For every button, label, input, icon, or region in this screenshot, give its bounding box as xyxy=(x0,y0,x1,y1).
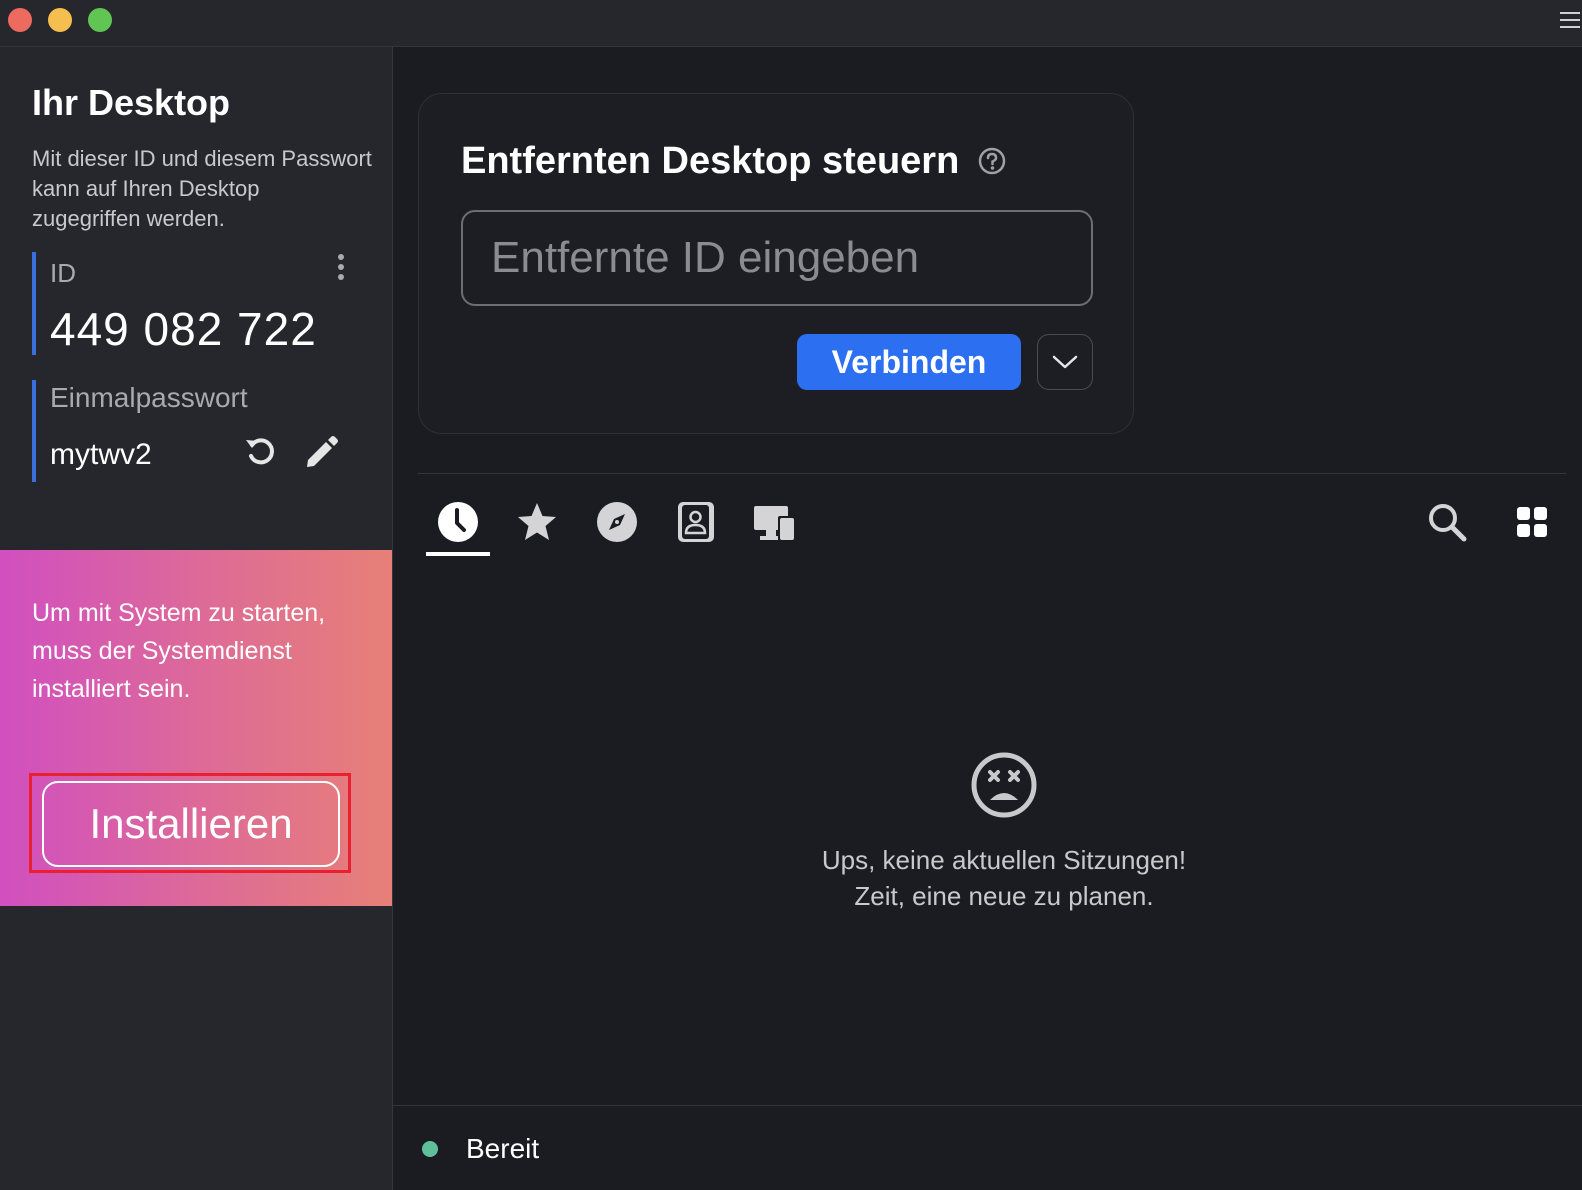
chevron-down-icon xyxy=(1052,355,1078,369)
status-indicator xyxy=(422,1141,438,1157)
pencil-icon[interactable] xyxy=(302,432,340,470)
password-label: Einmalpasswort xyxy=(50,382,248,413)
maximize-window-button[interactable] xyxy=(88,8,112,32)
install-service-message: Um mit System zu starten, muss der Syste… xyxy=(32,599,326,703)
minimize-window-button[interactable] xyxy=(48,8,72,32)
clock-icon xyxy=(438,502,478,542)
password-block: Einmalpasswort mytwv2 xyxy=(32,380,356,482)
title-bar xyxy=(0,0,1582,47)
status-text: Bereit xyxy=(466,1133,540,1164)
tab-favorites[interactable] xyxy=(513,498,561,546)
sidebar-title: Ihr Desktop xyxy=(32,82,231,123)
grid-view-button[interactable] xyxy=(1508,498,1556,546)
search-icon xyxy=(1429,504,1467,542)
remote-control-title: Entfernten Desktop steuern xyxy=(461,140,960,182)
connect-options-button[interactable] xyxy=(1037,334,1093,390)
sad-face-icon xyxy=(971,752,1037,818)
tab-address-book[interactable] xyxy=(672,498,720,546)
star-icon xyxy=(518,503,556,540)
id-block: ID 449 082 722 xyxy=(32,252,356,355)
help-icon[interactable] xyxy=(977,146,1007,176)
tab-discovered[interactable] xyxy=(593,498,641,546)
status-divider xyxy=(393,1105,1582,1106)
more-options-icon[interactable] xyxy=(336,252,346,286)
id-label: ID xyxy=(50,258,76,288)
close-window-button[interactable] xyxy=(8,8,32,32)
remote-control-card: Entfernten Desktop steuern Verbinden xyxy=(418,93,1134,434)
install-button[interactable]: Installieren xyxy=(42,781,340,867)
connect-button[interactable]: Verbinden xyxy=(797,334,1021,390)
id-value: 449 082 722 xyxy=(50,303,317,355)
compass-icon xyxy=(597,502,637,542)
tab-recent-sessions[interactable] xyxy=(434,498,482,546)
tab-accessible-devices[interactable] xyxy=(751,498,799,546)
address-book-icon xyxy=(678,502,714,542)
devices-icon xyxy=(754,506,796,542)
active-tab-indicator xyxy=(426,552,490,556)
empty-state-message: Ups, keine aktuellen Sitzungen! Zeit, ei… xyxy=(700,842,1308,914)
section-divider xyxy=(418,473,1566,474)
empty-state-line-2: Zeit, eine neue zu planen. xyxy=(854,881,1154,911)
remote-id-input[interactable] xyxy=(461,210,1093,306)
empty-state-line-1: Ups, keine aktuellen Sitzungen! xyxy=(821,845,1187,875)
grid-view-icon xyxy=(1517,507,1547,537)
password-value: mytwv2 xyxy=(50,438,152,471)
sidebar-description: Mit dieser ID und diesem Passwort kann a… xyxy=(32,146,372,231)
menu-icon[interactable] xyxy=(1560,12,1580,30)
install-service-banner: Um mit System zu starten, muss der Syste… xyxy=(0,550,392,906)
refresh-icon[interactable] xyxy=(242,434,278,470)
search-button[interactable] xyxy=(1423,498,1471,546)
